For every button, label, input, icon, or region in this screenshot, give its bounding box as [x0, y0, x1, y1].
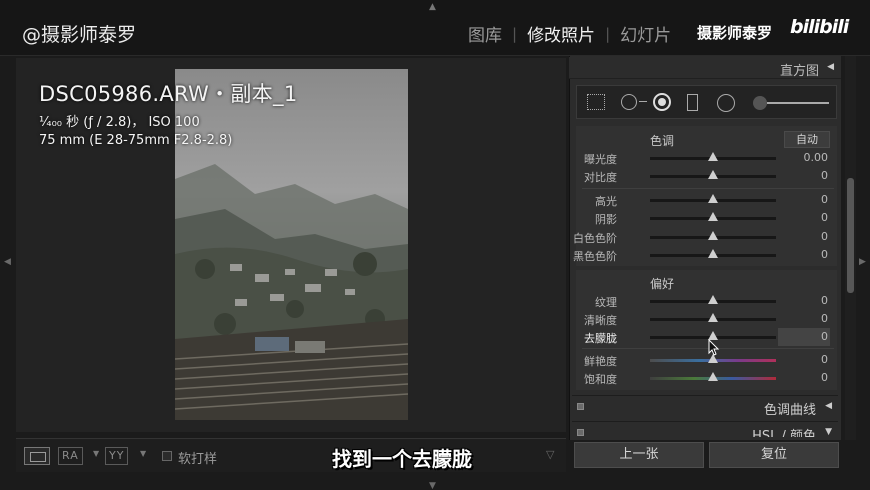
reset-button[interactable]: 复位: [709, 442, 839, 468]
filmstrip-toggle-icon[interactable]: ▼: [429, 481, 436, 490]
video-watermark: 摄影师泰罗: [697, 24, 773, 42]
left-panel-toggle-icon[interactable]: ◀: [4, 257, 11, 267]
mouse-pointer-icon: [708, 339, 720, 356]
auto-tone-button[interactable]: 自动: [784, 131, 830, 148]
photo-lens: 75 mm (E 28-75mm F2.8-2.8): [39, 133, 233, 148]
divider: [582, 188, 834, 189]
slider-value[interactable]: 0: [821, 330, 828, 343]
presence-section-title: 偏好: [650, 277, 675, 291]
tone-curve-title: 色调曲线: [763, 403, 816, 418]
slider-value[interactable]: 0: [821, 353, 828, 366]
previous-button[interactable]: 上一张: [574, 442, 704, 468]
slider-label: 曝光度: [584, 153, 617, 166]
brush-slider-icon: [767, 102, 829, 104]
panel-scroll-thumb[interactable]: [847, 178, 854, 293]
identity-plate: @摄影师泰罗: [22, 24, 137, 46]
slider-contrast[interactable]: 对比度 0: [576, 167, 837, 185]
slider-knob[interactable]: [708, 313, 718, 322]
slider-value[interactable]: 0: [821, 211, 828, 224]
expand-arrow-icon[interactable]: ▼: [825, 427, 832, 437]
spot-removal-arrow-icon: [639, 101, 647, 102]
slider-knob[interactable]: [708, 231, 718, 240]
slider-value[interactable]: 0: [821, 169, 828, 182]
chevron-down-icon[interactable]: ▼: [140, 449, 146, 458]
tool-strip: [576, 85, 837, 119]
photo-exposure: ¹⁄₄₀₀ 秒 (ƒ / 2.8)， ISO 100: [39, 115, 200, 130]
photo-info-overlay: DSC05986.ARW・副本_1 ¹⁄₄₀₀ 秒 (ƒ / 2.8)， ISO…: [39, 78, 297, 148]
slider-value[interactable]: 0: [821, 294, 828, 307]
panel-switch-icon[interactable]: [577, 403, 584, 410]
slider-highlights[interactable]: 高光 0: [576, 191, 837, 209]
slider-whites[interactable]: 白色色阶 0: [573, 228, 837, 246]
lightroom-develop-window: ▲ @摄影师泰罗 图库 | 修改照片 | 幻灯片 摄影师泰罗 bilibili …: [0, 0, 870, 490]
module-tabs: 图库 | 修改照片 | 幻灯片: [468, 21, 671, 47]
slider-knob[interactable]: [708, 152, 718, 161]
graduated-filter-icon[interactable]: [687, 94, 698, 111]
tone-curve-panel-header[interactable]: 色调曲线 ◀: [572, 395, 838, 418]
slider-label: 黑色色阶: [573, 250, 617, 263]
soft-proof-label: 软打样: [178, 452, 218, 467]
slider-exposure[interactable]: 曝光度 0.00: [576, 149, 837, 167]
slider-label: 去朦胧: [584, 332, 617, 345]
slider-label: 阴影: [595, 213, 617, 226]
collapse-arrow-icon[interactable]: ◀: [827, 62, 834, 72]
slider-vibrance[interactable]: 鲜艳度 0: [576, 351, 837, 369]
slider-value[interactable]: 0: [821, 371, 828, 384]
site-logo: bilibili: [790, 16, 849, 38]
slider-label: 对比度: [584, 171, 617, 184]
tone-section-title: 色调: [650, 134, 675, 148]
loupe-view-button[interactable]: [24, 447, 50, 465]
spot-removal-icon[interactable]: [621, 94, 637, 110]
collapse-arrow-icon[interactable]: ◀: [825, 401, 832, 411]
slider-knob[interactable]: [708, 194, 718, 203]
tab-develop[interactable]: 修改照片: [527, 21, 595, 46]
right-panel-toggle-icon[interactable]: ▶: [859, 257, 866, 267]
histogram-panel-header[interactable]: 直方图 ◀: [569, 57, 841, 79]
tab-separator: |: [605, 24, 611, 43]
toolbar-menu-chevron-icon[interactable]: ▽: [546, 448, 554, 461]
slider-value[interactable]: 0: [821, 248, 828, 261]
slider-clarity[interactable]: 清晰度 0: [576, 310, 837, 328]
module-picker-bar: ▲ @摄影师泰罗 图库 | 修改照片 | 幻灯片 摄影师泰罗 bilibili: [0, 0, 870, 56]
soft-proof-checkbox[interactable]: [162, 451, 172, 461]
histogram-title: 直方图: [779, 64, 819, 79]
chevron-down-icon[interactable]: ▼: [93, 449, 99, 458]
before-after-yy-button[interactable]: YY: [105, 447, 129, 465]
hsl-title: HSL / 颜色: [752, 429, 816, 437]
slider-value[interactable]: 0: [821, 193, 828, 206]
slider-knob[interactable]: [708, 212, 718, 221]
crop-overlay-icon[interactable]: [587, 94, 605, 110]
slider-label: 纹理: [595, 296, 617, 309]
slider-dehaze[interactable]: 去朦胧 0: [576, 328, 837, 346]
panel-switch-icon[interactable]: [577, 429, 584, 436]
slider-knob[interactable]: [708, 249, 718, 258]
slider-value[interactable]: 0.00: [804, 151, 829, 164]
hsl-panel-header[interactable]: HSL / 颜色 ▼: [572, 421, 838, 437]
slider-value[interactable]: 0: [821, 312, 828, 325]
slider-value[interactable]: 0: [821, 230, 828, 243]
slider-label: 白色色阶: [573, 232, 617, 245]
before-after-ra-button[interactable]: RA: [58, 447, 83, 465]
slider-label: 清晰度: [584, 314, 617, 327]
slider-knob[interactable]: [708, 170, 718, 179]
video-caption: 找到一个去朦胧: [332, 447, 472, 471]
tab-library[interactable]: 图库: [468, 21, 502, 46]
slider-blacks[interactable]: 黑色色阶 0: [573, 246, 837, 264]
adjustment-brush-icon[interactable]: [753, 96, 767, 110]
top-panel-toggle-icon[interactable]: ▲: [429, 2, 436, 12]
tab-slideshow[interactable]: 幻灯片: [620, 21, 671, 46]
radial-filter-icon[interactable]: [717, 94, 735, 112]
slider-saturation[interactable]: 饱和度 0: [576, 369, 837, 387]
slider-label: 饱和度: [584, 373, 617, 386]
bottom-toolbar: RA ▼ YY ▼ 软打样: [16, 438, 566, 472]
slider-label: 鲜艳度: [584, 355, 617, 368]
slider-shadows[interactable]: 阴影 0: [576, 209, 837, 227]
red-eye-icon[interactable]: [653, 93, 671, 111]
slider-texture[interactable]: 纹理 0: [576, 292, 837, 310]
photo-filename: DSC05986.ARW・副本_1: [39, 82, 298, 106]
slider-label: 高光: [595, 195, 617, 208]
slider-knob[interactable]: [708, 372, 718, 381]
tab-separator: |: [512, 24, 518, 43]
slider-knob[interactable]: [708, 295, 718, 304]
